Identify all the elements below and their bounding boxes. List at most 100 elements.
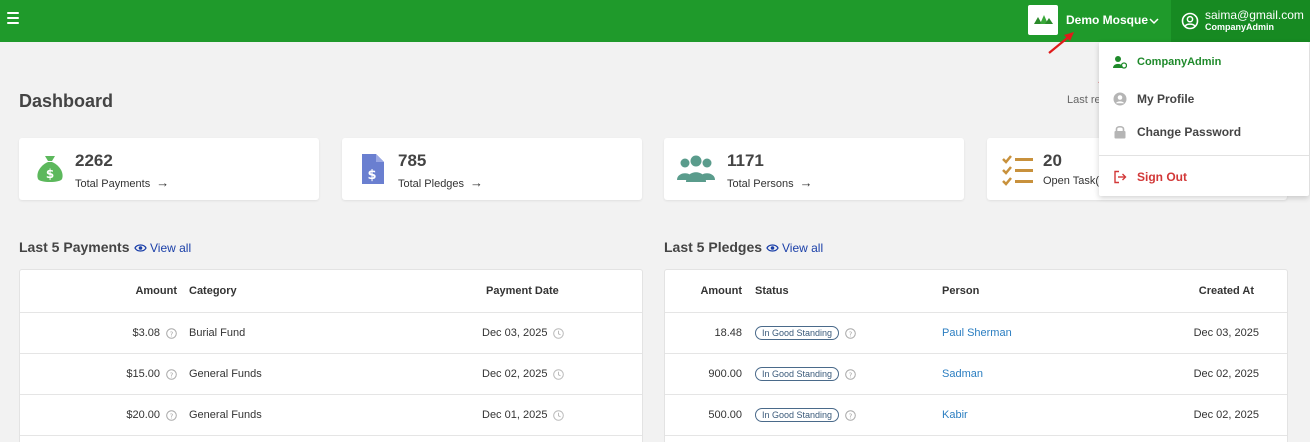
payments-view-all-link[interactable]: View all [134, 241, 191, 255]
clock-icon[interactable] [553, 368, 565, 380]
person-link[interactable]: Sadman [942, 368, 983, 380]
question-circle-icon[interactable]: ? [845, 368, 856, 380]
svg-text:$: $ [46, 167, 54, 181]
pledges-table: Amount Status Person Created At 18.48 In… [664, 269, 1288, 442]
table-header-row: Amount Category Payment Date [20, 270, 642, 313]
stat-label-text: Total Pledges [398, 178, 465, 190]
status-badge: In Good Standing [755, 326, 840, 340]
date-cell: Dec 02, 2025 [482, 354, 565, 394]
user-account-button[interactable]: saima@gmail.com CompanyAdmin [1171, 0, 1310, 42]
org-name[interactable]: Demo Mosque [1066, 13, 1148, 27]
table-row[interactable]: 18.48 In Good Standing ? Paul Sherman De… [665, 313, 1287, 354]
user-gear-icon [1113, 56, 1127, 69]
amount-value: $20.00 [126, 409, 160, 421]
menu-divider [1099, 155, 1309, 156]
top-navbar: Demo Mosque saima@gmail.com CompanyAdmin [0, 0, 1310, 42]
column-header-created-at[interactable]: Created At [1199, 270, 1254, 312]
user-email: saima@gmail.com [1205, 8, 1304, 22]
eye-icon [134, 244, 147, 252]
amount-cell: $15.00 ? [126, 354, 177, 394]
amount-cell: 900.00 [708, 368, 742, 380]
view-all-label: View all [150, 241, 192, 255]
person-cell: Paul Sherman [942, 313, 1012, 353]
date-value: Dec 02, 2025 [482, 368, 548, 380]
status-cell: In Good Standing ? [755, 354, 856, 394]
stat-card-payments[interactable]: $ 2262 Total Payments → [19, 138, 319, 200]
last-refresh-label: Last re [1067, 94, 1101, 106]
stat-card-persons[interactable]: 1171 Total Persons → [664, 138, 964, 200]
status-cell: In Good Standing ? [755, 395, 856, 435]
amount-cell: $3.08 ? [132, 313, 177, 353]
table-header-row: Amount Status Person Created At [665, 270, 1287, 313]
amount-value: $15.00 [126, 368, 160, 380]
arrow-right-icon: → [156, 175, 170, 190]
amount-cell: 500.00 [708, 409, 742, 421]
table-row[interactable]: $15.00 ? General Funds Dec 02, 2025 [20, 354, 642, 395]
pledges-view-all-link[interactable]: View all [766, 241, 823, 255]
column-header-amount[interactable]: Amount [135, 270, 177, 312]
stat-value: 2262 [75, 151, 113, 170]
view-all-label: View all [782, 241, 824, 255]
person-link[interactable]: Kabir [942, 409, 968, 421]
status-badge: In Good Standing [755, 408, 840, 422]
category-cell: General Funds [189, 409, 262, 421]
menu-item-sign-out[interactable]: Sign Out [1099, 163, 1309, 191]
menu-item-label: Sign Out [1137, 170, 1187, 184]
category-cell: General Funds [189, 368, 262, 380]
user-circle-icon [1113, 92, 1127, 106]
menu-item-my-profile[interactable]: My Profile [1099, 85, 1309, 113]
svg-text:?: ? [170, 371, 174, 379]
person-cell: Sadman [942, 354, 983, 394]
arrow-right-icon: → [799, 175, 813, 190]
menu-item-label: Change Password [1137, 125, 1242, 139]
clock-icon[interactable] [553, 327, 565, 339]
question-circle-icon[interactable]: ? [845, 327, 856, 339]
table-row[interactable]: $20.00 ? General Funds Dec 01, 2025 [20, 395, 642, 436]
hamburger-menu-icon[interactable] [7, 12, 19, 24]
page-title: Dashboard [19, 91, 114, 111]
money-bag-icon: $ [37, 156, 63, 182]
stat-card-pledges[interactable]: $ 785 Total Pledges → [342, 138, 642, 200]
table-row[interactable]: 500.00 In Good Standing ? Kabir Dec 02, … [665, 395, 1287, 436]
annotation-arrow [1048, 32, 1074, 54]
created-at-cell: Dec 02, 2025 [1193, 368, 1259, 380]
stat-label-text: Total Persons [727, 178, 794, 190]
clock-icon[interactable] [553, 409, 565, 421]
column-header-status[interactable]: Status [755, 270, 789, 312]
stat-value: 1171 [727, 151, 764, 170]
invoice-dollar-icon: $ [362, 154, 384, 184]
person-link[interactable]: Paul Sherman [942, 327, 1012, 339]
date-value: Dec 03, 2025 [482, 327, 548, 339]
payments-table: Amount Category Payment Date $3.08 ? Bur… [19, 269, 643, 442]
stat-label[interactable]: Total Persons → [727, 175, 813, 190]
table-row[interactable]: 900.00 In Good Standing ? Sadman Dec 02,… [665, 354, 1287, 395]
created-at-cell: Dec 02, 2025 [1193, 409, 1259, 421]
payments-section-title: Last 5 Payments [19, 239, 130, 255]
menu-item-change-password[interactable]: Change Password [1099, 118, 1309, 146]
question-circle-icon[interactable]: ? [166, 409, 177, 421]
menu-item-label: My Profile [1137, 92, 1195, 106]
lock-icon [1114, 125, 1126, 139]
amount-value: $3.08 [132, 327, 160, 339]
svg-text:?: ? [849, 371, 853, 379]
stat-value: 785 [398, 151, 427, 170]
question-circle-icon[interactable]: ? [166, 368, 177, 380]
question-circle-icon[interactable]: ? [845, 409, 856, 421]
column-header-person[interactable]: Person [942, 270, 979, 312]
date-cell: Dec 03, 2025 [482, 313, 565, 353]
svg-text:?: ? [170, 412, 174, 420]
stat-label[interactable]: Total Payments → [75, 175, 169, 190]
pledges-section-title: Last 5 Pledges [664, 239, 763, 255]
stat-label[interactable]: Open Task(s [1043, 175, 1105, 187]
column-header-payment-date[interactable]: Payment Date [486, 270, 559, 312]
table-row[interactable]: $3.08 ? Burial Fund Dec 03, 2025 [20, 313, 642, 354]
stat-label[interactable]: Total Pledges → [398, 175, 483, 190]
question-circle-icon[interactable]: ? [166, 327, 177, 339]
column-header-amount[interactable]: Amount [700, 270, 742, 312]
amount-cell: 18.48 [714, 327, 742, 339]
menu-item-company-admin[interactable]: CompanyAdmin [1099, 48, 1309, 76]
user-circle-icon [1181, 12, 1199, 30]
chevron-down-icon[interactable] [1147, 14, 1161, 28]
date-cell: Dec 01, 2025 [482, 395, 565, 435]
column-header-category[interactable]: Category [189, 270, 237, 312]
